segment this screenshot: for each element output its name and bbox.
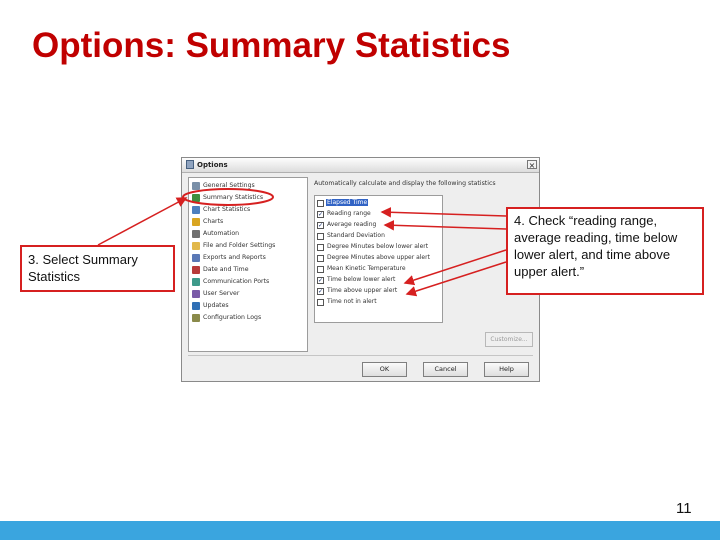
arrow-to-summary-statistics [97,197,188,246]
footer-bar [0,521,720,540]
arrow-to-reading-range [380,207,507,218]
page-number: 11 [676,500,692,517]
arrow-to-average-reading [383,220,507,231]
highlight-ellipse [182,188,274,206]
annotation-overlay [97,188,507,297]
